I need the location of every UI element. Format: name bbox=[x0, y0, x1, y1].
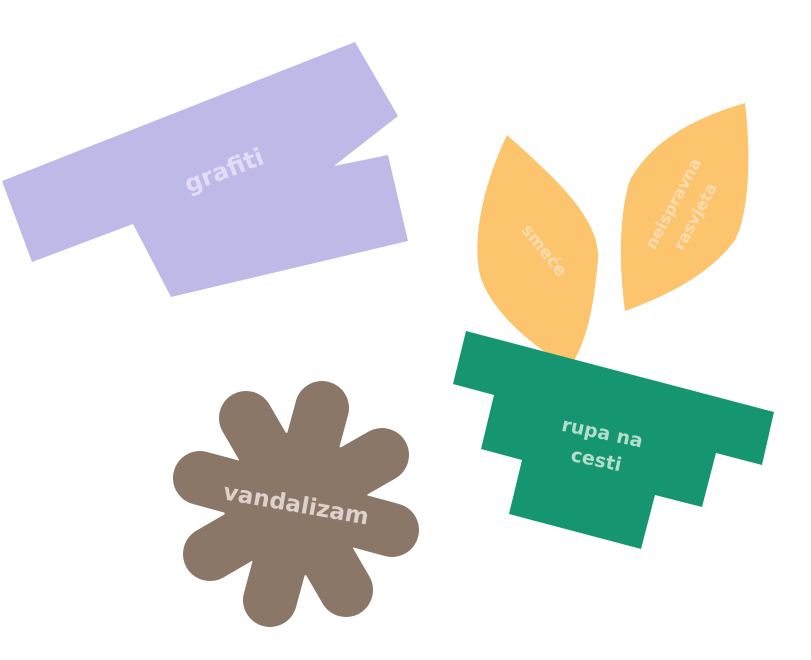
vandalizam-sticker[interactable]: vandalizam bbox=[173, 381, 419, 627]
grafiti-sticker[interactable]: grafiti bbox=[2, 42, 408, 297]
rasvjeta-sticker[interactable]: neispravna rasvjeta bbox=[620, 103, 749, 311]
rupa-na-cesti-sticker[interactable]: rupa na cesti bbox=[453, 331, 774, 549]
rasvjeta-leaf-shape bbox=[620, 103, 749, 311]
smece-sticker[interactable]: smeće bbox=[477, 135, 599, 368]
sticker-canvas: grafiti smeće neispravna rasvjeta rupa n… bbox=[2, 42, 774, 627]
